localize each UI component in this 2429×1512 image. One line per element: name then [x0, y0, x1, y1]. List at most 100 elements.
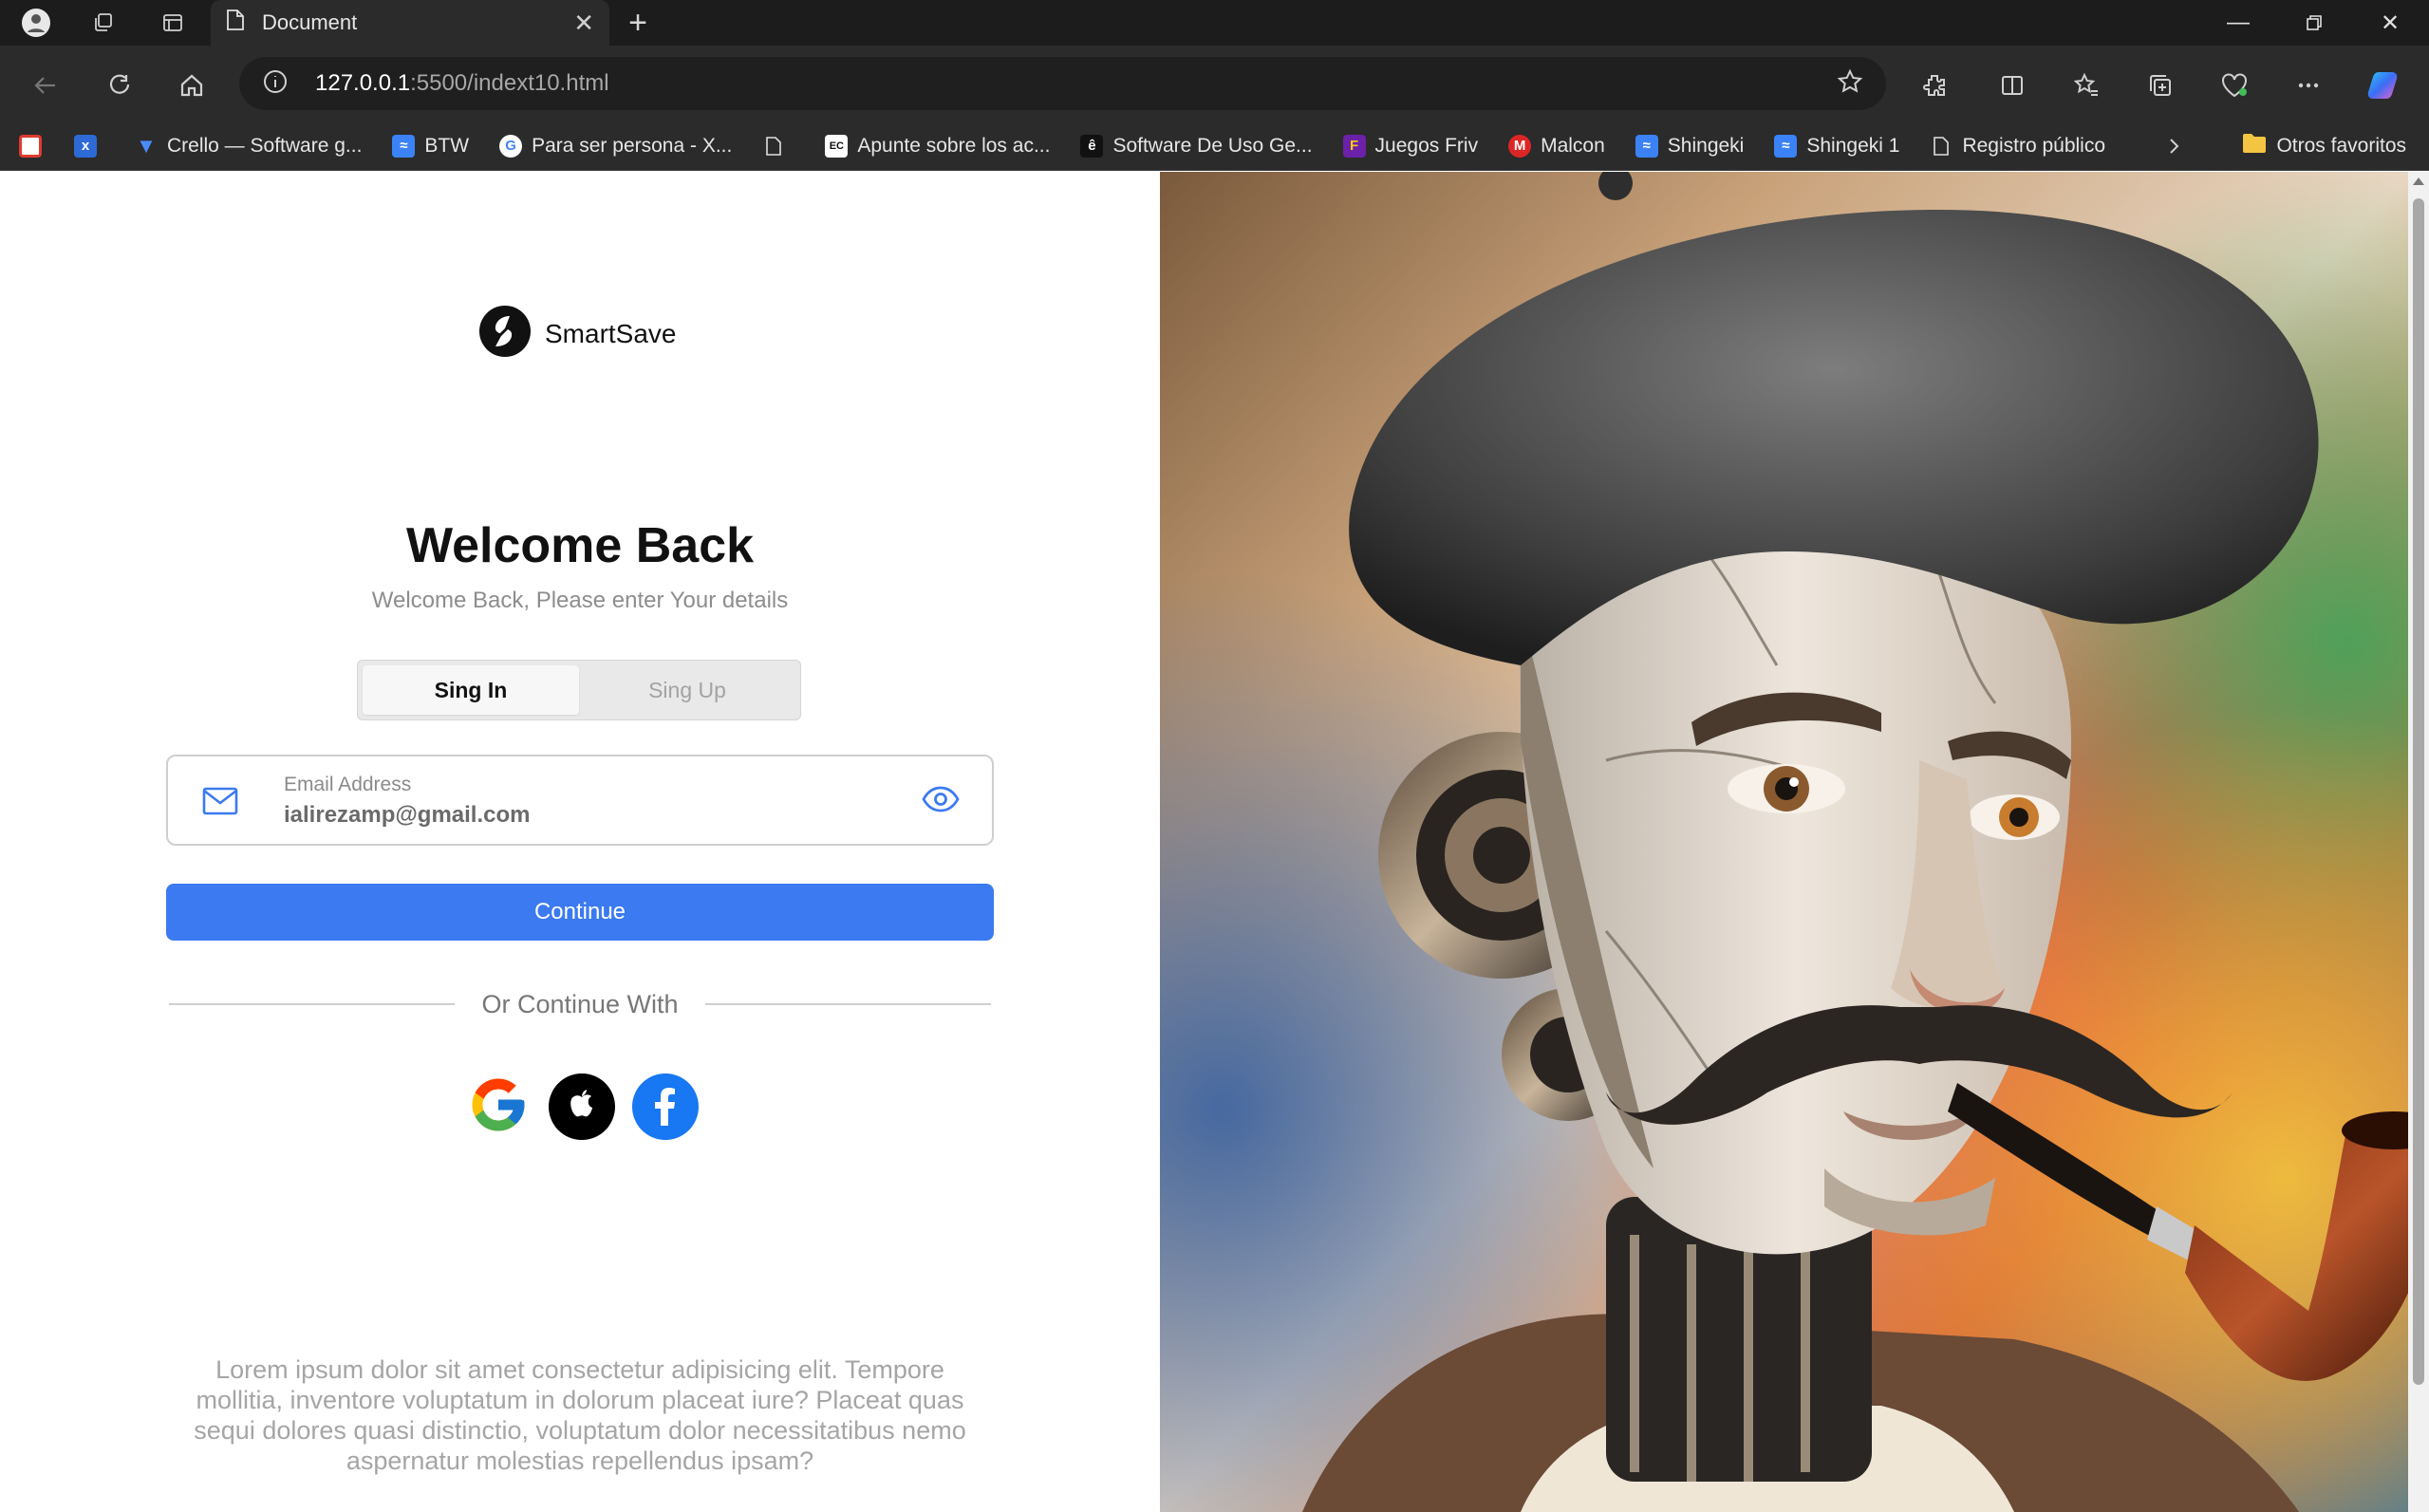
bookmark-label: Crello — Software g... [167, 134, 363, 157]
apple-icon [563, 1086, 601, 1129]
email-field-value[interactable]: ialirezamp@gmail.com [284, 802, 531, 829]
bookmark-apunte[interactable]: EC Apunte sobre los ac... [825, 134, 1051, 158]
collections-icon[interactable] [2139, 65, 2181, 106]
footer-text: Lorem ipsum dolor sit amet consectetur a… [194, 1355, 966, 1475]
bookmark-label: Shingeki 1 [1806, 134, 1900, 157]
bookmark-label: Malcon [1541, 134, 1605, 157]
bookmark-x[interactable]: x [74, 134, 106, 158]
eye-icon[interactable] [922, 785, 960, 818]
favorite-star-icon[interactable] [1837, 68, 1863, 100]
apple-login-button[interactable] [549, 1073, 615, 1140]
bookmark-label: Registro público [1962, 134, 2106, 157]
crello-icon: ▼ [136, 133, 157, 158]
shingeki-icon: ≈ [1774, 134, 1798, 158]
facebook-icon [646, 1082, 684, 1132]
social-login-buttons [465, 1073, 699, 1140]
e-icon: ê [1080, 134, 1104, 158]
login-panel: SmartSave Welcome Back Welcome Back, Ple… [0, 172, 1160, 1512]
folder-icon [2242, 133, 2267, 159]
copilot-icon[interactable] [2362, 63, 2407, 108]
split-screen-icon[interactable] [1991, 65, 2033, 106]
address-bar-row: 127.0.0.1 :5500/indext10.html [0, 46, 2429, 121]
more-options-icon[interactable] [2288, 65, 2329, 106]
bookmark-label: Para ser persona - X... [532, 134, 733, 157]
bookmark-label: BTW [424, 134, 470, 157]
more-bookmarks-chevron-icon[interactable] [2164, 121, 2183, 171]
bookmark-opera[interactable] [19, 134, 51, 158]
bookmark-label: Software De Uso Ge... [1112, 134, 1313, 157]
continue-button[interactable]: Continue [166, 884, 994, 941]
auth-toggle: Sing In Sing Up [357, 660, 801, 720]
back-icon[interactable] [25, 65, 66, 106]
m-icon: M [1508, 134, 1532, 158]
sign-in-tab[interactable]: Sing In [363, 665, 579, 715]
x-icon: x [74, 134, 97, 158]
page-icon [1930, 135, 1953, 158]
other-favorites-label: Otros favoritos [2276, 135, 2406, 157]
bookmark-label: Shingeki [1667, 134, 1745, 157]
workspaces-icon[interactable] [84, 4, 121, 42]
close-tab-icon[interactable]: ✕ [573, 9, 594, 38]
url-path: :5500/indext10.html [410, 70, 609, 96]
page-icon [762, 135, 785, 158]
bookmark-shingeki-1[interactable]: ≈ Shingeki 1 [1774, 134, 1900, 158]
bookmarks-bar: x ▼ Crello — Software g... ≈ BTW G Para ser… [0, 121, 2429, 171]
bookmark-crello[interactable]: ▼ Crello — Software g... [135, 133, 363, 158]
bookmark-malcon[interactable]: M Malcon [1508, 134, 1605, 158]
scroll-up-arrow-icon[interactable] [2413, 177, 2424, 185]
site-info-icon[interactable] [262, 68, 289, 100]
url-field[interactable]: 127.0.0.1 :5500/indext10.html [239, 57, 1886, 110]
page-scrollbar[interactable] [2408, 172, 2429, 1512]
sign-up-tab[interactable]: Sing Up [579, 665, 795, 715]
bookmark-label: Juegos Friv [1374, 134, 1479, 157]
minimize-button[interactable]: — [2200, 0, 2276, 46]
tab-actions-icon[interactable] [154, 4, 192, 42]
new-tab-button[interactable]: + [619, 4, 657, 42]
browser-tab-bar: Document ✕ + — ✕ [0, 0, 2429, 46]
close-window-button[interactable]: ✕ [2352, 0, 2428, 46]
scrollbar-thumb[interactable] [2413, 198, 2424, 1385]
email-field[interactable]: Email Address ialirezamp@gmail.com [166, 755, 994, 846]
bookmark-software[interactable]: ê Software De Uso Ge... [1080, 134, 1313, 158]
bookmark-label: Apunte sobre los ac... [857, 134, 1051, 157]
brand-name: SmartSave [545, 318, 677, 348]
profile-avatar[interactable] [17, 4, 55, 42]
bookmark-registro-publico[interactable]: Registro público [1930, 135, 2105, 158]
google-icon [467, 1073, 530, 1141]
email-field-label: Email Address [284, 774, 412, 795]
favorites-icon[interactable] [2065, 65, 2107, 106]
shingeki-icon: ≈ [1635, 134, 1658, 158]
restore-button[interactable] [2276, 0, 2352, 46]
extensions-icon[interactable] [1914, 65, 1955, 106]
opera-icon [19, 134, 42, 158]
hero-image [1160, 172, 2408, 1512]
brand: SmartSave [478, 305, 677, 363]
page-icon [226, 9, 245, 37]
url-host: 127.0.0.1 [315, 70, 411, 96]
smartsave-logo-icon [478, 305, 532, 363]
or-continue-divider: Or Continue With [169, 989, 992, 1018]
browser-essentials-icon[interactable] [2214, 65, 2255, 106]
other-favorites[interactable]: Otros favoritos [2242, 121, 2406, 171]
page-content: SmartSave Welcome Back Welcome Back, Ple… [0, 172, 2429, 1512]
bookmark-page[interactable] [762, 135, 794, 158]
reload-icon[interactable] [99, 65, 140, 106]
bookmark-shingeki[interactable]: ≈ Shingeki [1635, 134, 1745, 158]
divider-line [704, 1003, 992, 1005]
facebook-login-button[interactable] [632, 1073, 699, 1140]
google-icon: G [499, 134, 523, 158]
mail-icon [202, 787, 238, 820]
google-login-button[interactable] [465, 1073, 532, 1140]
ec-icon: EC [825, 134, 849, 158]
home-icon[interactable] [171, 65, 213, 106]
bookmark-para-ser-persona[interactable]: G Para ser persona - X... [499, 134, 733, 158]
page-subtitle: Welcome Back, Please enter Your details [371, 588, 789, 613]
friv-icon: F [1342, 134, 1366, 158]
page-title: Welcome Back [405, 518, 755, 573]
divider-text: Or Continue With [481, 989, 679, 1018]
bookmark-juegos-friv[interactable]: F Juegos Friv [1342, 134, 1479, 158]
btw-icon: ≈ [392, 134, 416, 158]
bookmark-btw[interactable]: ≈ BTW [392, 134, 470, 158]
browser-tab-document[interactable]: Document ✕ [211, 0, 609, 46]
divider-line [169, 1003, 456, 1005]
